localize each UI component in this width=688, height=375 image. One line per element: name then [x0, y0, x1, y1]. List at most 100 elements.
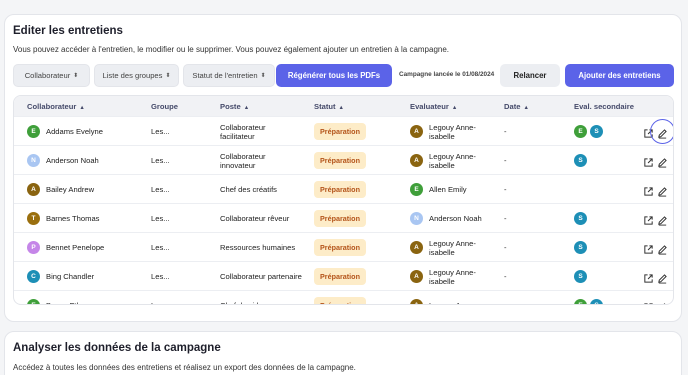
evaluateur-name: Legouy Anne-isabelle — [429, 152, 476, 170]
groupe-cell: Les... — [151, 243, 170, 252]
relancer-button[interactable]: Relancer — [500, 64, 560, 87]
status-badge: Préparation — [314, 297, 366, 304]
evaluateur-name: Legouy Anne-isabelle — [429, 239, 476, 257]
external-link-icon[interactable] — [643, 184, 654, 196]
evaluateur-name: Allen Emily — [429, 185, 467, 194]
external-link-icon[interactable] — [643, 213, 654, 225]
evaluateur-avatar: A — [410, 125, 423, 138]
external-link-icon[interactable] — [643, 155, 654, 167]
campaign-launch-info: Campagne lancée le 01/08/2024 — [399, 71, 495, 78]
header-eval-secondaire: Eval. secondaire — [574, 102, 634, 111]
evaluateur-name: Legouy Anne-isabelle — [429, 123, 476, 141]
date-cell: - — [504, 243, 507, 252]
secondary-evaluator-avatar: S — [574, 154, 587, 167]
table-row[interactable]: C Bing Chandler Les... Collaborateur parten… — [14, 261, 673, 290]
avatar: N — [27, 154, 40, 167]
poste-cell: Collaborateur rêveur — [220, 214, 290, 223]
evaluateur-avatar: N — [410, 212, 423, 225]
avatar: P — [27, 241, 40, 254]
avatar: E — [27, 299, 40, 304]
groupe-cell: Les... — [151, 214, 170, 223]
interviews-card: Editer les entretiens Vous pouvez accéde… — [4, 14, 682, 322]
collaborateur-name[interactable]: Bing Chandler — [46, 272, 94, 281]
status-badge: Préparation — [314, 239, 366, 256]
status-badge: Préparation — [314, 268, 366, 285]
add-interviews-button[interactable]: Ajouter des entretiens — [565, 64, 674, 87]
external-link-icon[interactable] — [643, 271, 654, 283]
poste-cell: Ressources humaines — [220, 243, 296, 252]
table-row[interactable]: N Anderson Noah Les... Collaborateur innovat… — [14, 145, 673, 174]
evaluateur-avatar: A — [410, 270, 423, 283]
secondary-evaluator-avatar: S — [574, 212, 587, 225]
section-title: Editer les entretiens — [13, 25, 123, 37]
avatar: E — [27, 125, 40, 138]
table-row[interactable]: E Addams Evelyne Les... Collaborateur facili… — [14, 116, 673, 145]
sort-asc-icon: ▲ — [338, 105, 344, 111]
status-badge: Préparation — [314, 210, 366, 227]
header-statut[interactable]: Statut ▲ — [314, 102, 344, 111]
secondary-evaluator-avatar: S — [574, 270, 587, 283]
secondary-evaluator-avatar: E — [574, 125, 587, 138]
secondary-evaluator-avatar: E — [574, 299, 587, 304]
external-link-icon[interactable] — [643, 300, 654, 304]
evaluateur-name: Legouy Anne-isabelle — [429, 268, 476, 286]
avatar: C — [27, 270, 40, 283]
table-row[interactable]: P Bennet Penelope Les... Ressources humaine… — [14, 232, 673, 261]
sort-icon: ⬍ — [165, 73, 171, 79]
secondary-evaluator-avatar: S — [590, 299, 603, 304]
edit-icon[interactable] — [657, 213, 668, 226]
collaborateur-name[interactable]: Barnes Thomas — [46, 214, 99, 223]
collaborateur-name[interactable]: Addams Evelyne — [46, 127, 103, 136]
table-row[interactable]: A Bailey Andrew Les... Chef des créatifs Pré… — [14, 174, 673, 203]
status-badge: Préparation — [314, 181, 366, 198]
section-description: Vous pouvez accéder à l'entretien, le mo… — [13, 45, 450, 54]
groupe-cell: Les... — [151, 156, 170, 165]
status-badge: Préparation — [314, 123, 366, 140]
section-description: Accédez à toutes les données des entreti… — [13, 363, 356, 372]
table-header: Collaborateur ▲ Groupe Poste ▲ Statut ▲ Eva… — [14, 96, 673, 116]
secondary-evaluator-avatar: S — [574, 241, 587, 254]
header-evaluateur[interactable]: Evaluateur ▲ — [410, 102, 457, 111]
poste-cell: Collaborateur innovateur — [220, 152, 266, 170]
groupe-cell: Les... — [151, 185, 170, 194]
avatar: A — [27, 183, 40, 196]
table-row[interactable]: T Barnes Thomas Les... Collaborateur rêveur… — [14, 203, 673, 232]
evaluateur-avatar: A — [410, 241, 423, 254]
filter-collaborateur[interactable]: Collaborateur ⬍ — [13, 64, 90, 87]
collaborateur-name[interactable]: Bennet Penelope — [46, 243, 104, 252]
header-poste[interactable]: Poste ▲ — [220, 102, 249, 111]
edit-icon[interactable] — [657, 300, 668, 304]
date-cell: - — [504, 156, 507, 165]
section-title: Analyser les données de la campagne — [13, 342, 221, 354]
edit-icon[interactable] — [657, 155, 668, 168]
sort-icon: ⬍ — [260, 73, 266, 79]
header-collaborateur[interactable]: Collaborateur ▲ — [27, 102, 85, 111]
edit-highlight-ring — [650, 119, 673, 144]
filter-groupes-label: Liste des groupes — [102, 71, 163, 80]
sort-asc-icon: ▲ — [243, 105, 250, 111]
poste-cell: Collaborateur partenaire — [220, 272, 302, 281]
groupe-cell: Les... — [151, 127, 170, 136]
evaluateur-name: Anderson Noah — [429, 214, 482, 223]
edit-icon[interactable] — [657, 271, 668, 284]
filter-statut[interactable]: Statut de l'entretien ⬍ — [183, 64, 275, 87]
external-link-icon[interactable] — [643, 242, 654, 254]
sort-asc-icon: ▲ — [451, 105, 458, 111]
secondary-evaluator-avatar: S — [590, 125, 603, 138]
collaborateur-name[interactable]: Brown Ethan — [46, 301, 89, 304]
header-date[interactable]: Date ▲ — [504, 102, 529, 111]
evaluateur-avatar: E — [410, 183, 423, 196]
edit-icon[interactable] — [657, 242, 668, 255]
groupe-cell: Les... — [151, 272, 170, 281]
analytics-card: Analyser les données de la campagne Accé… — [4, 331, 682, 375]
regenerate-pdfs-button[interactable]: Régénérer tous les PDFs — [276, 64, 392, 87]
table-row[interactable]: E Brown Ethan Les... Chef des idea Préparati… — [14, 290, 673, 304]
groupe-cell: Les... — [151, 301, 170, 304]
filter-groupes[interactable]: Liste des groupes ⬍ — [94, 64, 179, 87]
poste-cell: Collaborateur facilitateur — [220, 123, 266, 141]
sort-asc-icon: ▲ — [523, 105, 529, 111]
collaborateur-name[interactable]: Anderson Noah — [46, 156, 99, 165]
collaborateur-name[interactable]: Bailey Andrew — [46, 185, 94, 194]
sort-asc-icon: ▲ — [79, 105, 85, 111]
edit-icon[interactable] — [657, 184, 668, 197]
